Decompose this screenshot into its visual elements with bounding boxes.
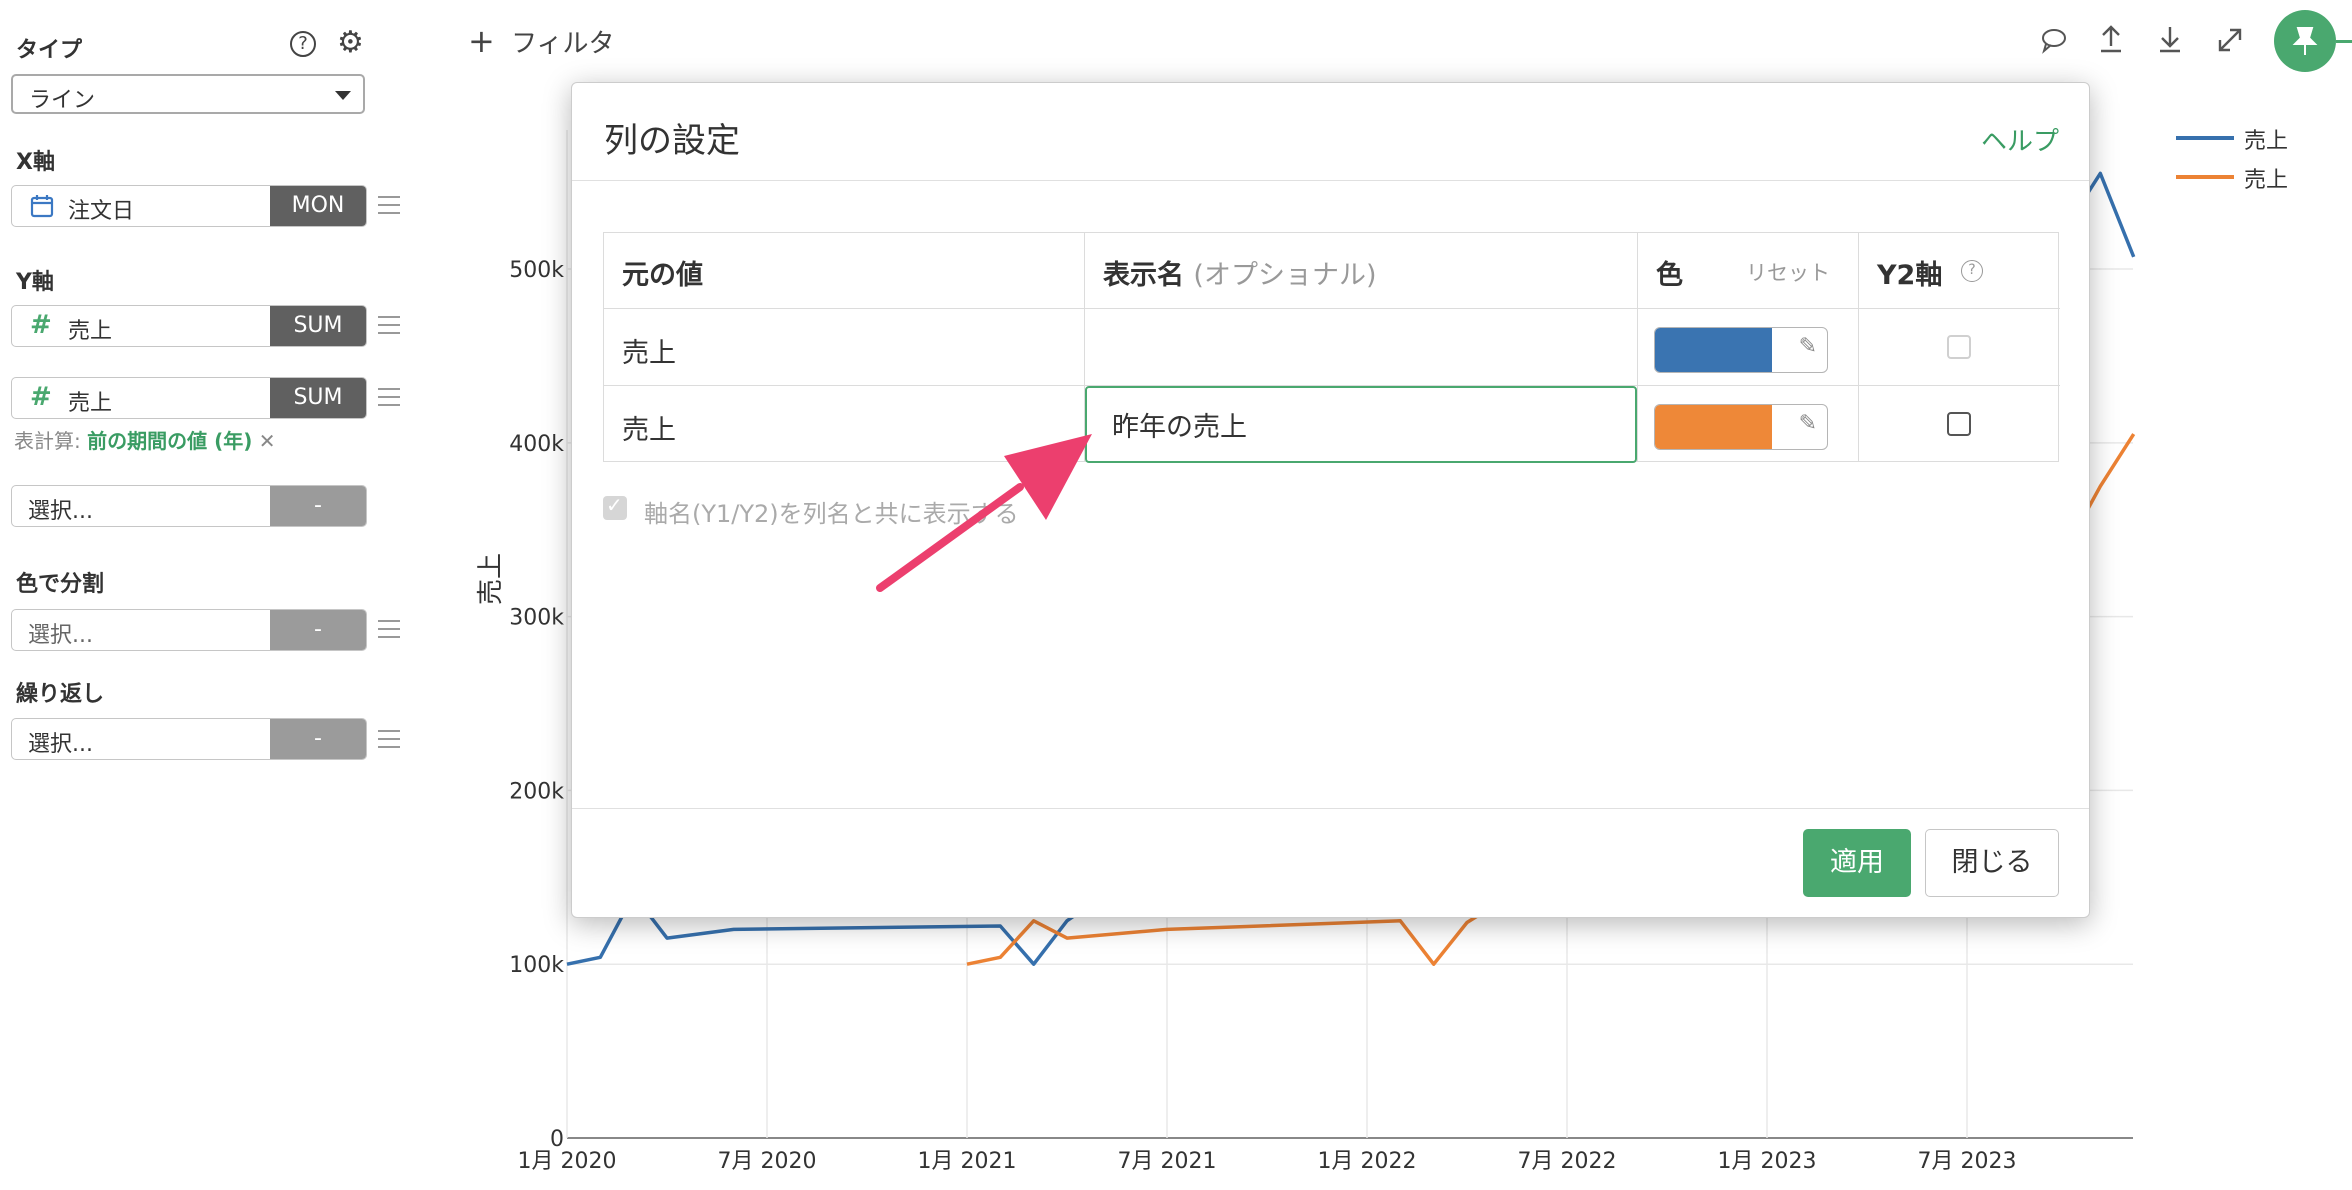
x-tick-label: 1月 2021 bbox=[918, 1149, 1017, 1174]
row1-color-picker[interactable]: ✎ bbox=[1654, 327, 1828, 373]
x-tick-label: 7月 2022 bbox=[1518, 1149, 1617, 1174]
header-source: 元の値 bbox=[604, 233, 1085, 308]
row2-y2-checkbox[interactable] bbox=[1947, 412, 1971, 436]
legend-swatch-2 bbox=[2176, 175, 2234, 179]
row2-display-input[interactable] bbox=[1085, 386, 1637, 463]
eyedropper-icon[interactable]: ✎ bbox=[1799, 334, 1817, 359]
header-y2-label: Y2軸 bbox=[1877, 260, 1943, 291]
legend-swatch-1 bbox=[2176, 136, 2234, 140]
row2-source-label: 売上 bbox=[622, 415, 676, 446]
y-tick-label: 500k bbox=[509, 258, 564, 283]
header-display-hint: (オプショナル) bbox=[1193, 260, 1377, 291]
divider bbox=[572, 180, 2089, 181]
header-display-text: 表示名 bbox=[1103, 260, 1184, 291]
header-source-label: 元の値 bbox=[622, 260, 703, 291]
row2-color: ✎ bbox=[1638, 385, 1859, 462]
y-tick-label: 100k bbox=[509, 953, 564, 978]
header-color-label: 色 bbox=[1656, 260, 1683, 291]
help-link[interactable]: ヘルプ bbox=[1981, 121, 2059, 158]
legend-label-2: 売上 bbox=[2244, 168, 2289, 193]
close-button[interactable]: 閉じる bbox=[1925, 829, 2059, 897]
x-tick-label: 7月 2023 bbox=[1918, 1149, 2017, 1174]
y-axis-title: 売上 bbox=[476, 552, 506, 605]
dialog-title: 列の設定 bbox=[604, 121, 740, 161]
x-tick-label: 1月 2020 bbox=[518, 1149, 617, 1174]
y-tick-label: 400k bbox=[509, 432, 564, 457]
header-display-label: 表示名 (オプショナル) bbox=[1103, 253, 1376, 292]
row1-y2 bbox=[1859, 308, 2060, 385]
row1-y2-checkbox[interactable] bbox=[1947, 335, 1971, 359]
row1-source: 売上 bbox=[604, 308, 1085, 385]
column-settings-dialog: 列の設定 ヘルプ 元の値 表示名 (オプショナル) 色 リセット Y2軸 ? 売… bbox=[571, 82, 2090, 918]
row2-color-picker[interactable]: ✎ bbox=[1654, 404, 1828, 450]
row1-source-label: 売上 bbox=[622, 338, 676, 369]
help-icon[interactable]: ? bbox=[1961, 260, 1983, 282]
row1-color-fill bbox=[1655, 328, 1772, 372]
check-icon: ✓ bbox=[606, 493, 623, 517]
show-axis-name-checkbox[interactable]: ✓ bbox=[603, 493, 627, 520]
row2-color-fill bbox=[1655, 405, 1772, 449]
row2-display bbox=[1085, 385, 1638, 463]
header-display: 表示名 (オプショナル) bbox=[1085, 233, 1638, 308]
color-reset-link[interactable]: リセット bbox=[1746, 257, 1830, 287]
eyedropper-icon[interactable]: ✎ bbox=[1799, 411, 1817, 436]
row2-source: 売上 bbox=[604, 385, 1085, 462]
show-axis-name-label: 軸名(Y1/Y2)を列名と共に表示する bbox=[644, 500, 1019, 528]
row2-y2 bbox=[1859, 385, 2060, 462]
y-tick-label: 300k bbox=[509, 606, 564, 631]
x-tick-label: 7月 2020 bbox=[718, 1149, 817, 1174]
y-tick-label: 200k bbox=[509, 779, 564, 804]
x-tick-label: 1月 2022 bbox=[1318, 1149, 1417, 1174]
divider bbox=[572, 808, 2089, 809]
column-settings-table: 元の値 表示名 (オプショナル) 色 リセット Y2軸 ? 売上 ✎ 売上 昨年… bbox=[603, 232, 2060, 463]
row1-color: ✎ bbox=[1638, 308, 1859, 385]
apply-button[interactable]: 適用 bbox=[1803, 829, 1911, 897]
header-y2: Y2軸 ? bbox=[1859, 233, 2060, 308]
x-tick-label: 1月 2023 bbox=[1718, 1149, 1817, 1174]
legend-label-1: 売上 bbox=[2244, 129, 2289, 154]
x-tick-label: 7月 2021 bbox=[1118, 1149, 1217, 1174]
row1-display[interactable] bbox=[1085, 308, 1638, 385]
header-color: 色 リセット bbox=[1638, 233, 1859, 308]
